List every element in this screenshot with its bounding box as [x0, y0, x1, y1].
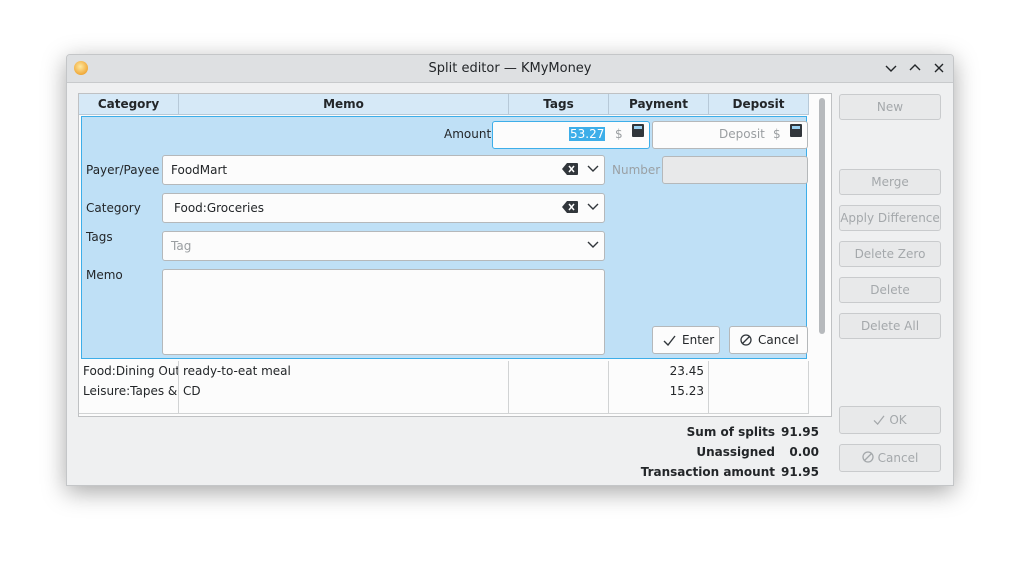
category-label: Category: [86, 201, 141, 215]
cancel-icon: [740, 334, 752, 346]
cell-memo: CD: [179, 381, 509, 401]
transaction-amount-value: 91.95: [781, 465, 819, 479]
delete-zero-button[interactable]: Delete Zero: [839, 241, 941, 267]
sum-of-splits-label: Sum of splits: [686, 425, 775, 439]
ok-label: OK: [889, 413, 907, 427]
number-field[interactable]: [662, 156, 808, 184]
calculator-icon[interactable]: [632, 124, 644, 137]
chevron-down-icon[interactable]: [587, 203, 599, 211]
column-header-memo[interactable]: Memo: [179, 94, 509, 114]
payee-combobox[interactable]: FoodMart: [162, 155, 605, 185]
cell-category: Food:Dining Out: [79, 361, 179, 381]
cell-tags: [509, 381, 609, 401]
enter-label: Enter: [682, 333, 715, 347]
table-row[interactable]: Food:Dining Out ready-to-eat meal 23.45: [79, 361, 809, 382]
delete-all-button[interactable]: Delete All: [839, 313, 941, 339]
enter-button[interactable]: Enter: [652, 326, 720, 354]
unassigned-value: 0.00: [789, 445, 819, 459]
merge-button[interactable]: Merge: [839, 169, 941, 195]
clear-text-icon[interactable]: [562, 201, 578, 213]
window-title: Split editor — KMyMoney: [428, 61, 592, 76]
cell-tags: [509, 361, 609, 381]
cell-empty: [609, 401, 709, 413]
cell-payment: 15.23: [609, 381, 709, 401]
check-icon: [663, 335, 676, 346]
cancel-edit-button[interactable]: Cancel: [729, 326, 808, 354]
payee-value: FoodMart: [171, 163, 228, 177]
cell-payment: 23.45: [609, 361, 709, 381]
deposit-placeholder: Deposit: [719, 127, 765, 141]
split-edit-form: Amount 53.27 $ Deposit $ Payer/Payee Foo…: [81, 116, 808, 359]
payment-amount-field[interactable]: 53.27 $: [492, 121, 650, 149]
cell-category: Leisure:Tapes & CDs: [79, 381, 179, 401]
amount-value: 53.27: [569, 127, 606, 141]
memo-textarea[interactable]: [162, 269, 605, 355]
tags-combobox[interactable]: Tag: [162, 231, 605, 261]
cell-empty: [79, 401, 179, 413]
number-label: Number: [612, 163, 661, 177]
chevron-down-icon[interactable]: [587, 241, 599, 249]
deposit-amount-field[interactable]: Deposit $: [652, 121, 808, 149]
cell-memo: ready-to-eat meal: [179, 361, 509, 381]
cell-empty: [709, 401, 809, 413]
cell-deposit: [709, 381, 809, 401]
deposit-calculator-icon[interactable]: [790, 124, 802, 137]
category-combobox[interactable]: Food:Groceries: [162, 193, 605, 223]
check-icon: [873, 415, 885, 426]
transaction-amount-label: Transaction amount: [640, 465, 775, 479]
category-value: Food:Groceries: [174, 201, 265, 215]
cancel-button[interactable]: Cancel: [839, 444, 941, 472]
ok-button[interactable]: OK: [839, 406, 941, 434]
column-header-payment[interactable]: Payment: [609, 94, 709, 114]
payee-label: Payer/Payee: [86, 163, 160, 177]
memo-label: Memo: [86, 268, 123, 282]
cell-deposit: [709, 361, 809, 381]
delete-button[interactable]: Delete: [839, 277, 941, 303]
unassigned-label: Unassigned: [696, 445, 775, 459]
clear-text-icon[interactable]: [562, 163, 578, 175]
cancel-icon: [862, 451, 874, 463]
vertical-scrollbar[interactable]: [818, 96, 827, 412]
amount-label: Amount: [444, 127, 492, 141]
split-editor-window: Split editor — KMyMoney Category Memo Ta…: [66, 54, 954, 486]
new-button[interactable]: New: [839, 94, 941, 120]
column-header-category[interactable]: Category: [79, 94, 179, 114]
tags-placeholder: Tag: [171, 239, 192, 253]
tags-label: Tags: [86, 230, 113, 244]
scrollbar-thumb[interactable]: [819, 98, 825, 334]
cell-empty: [509, 401, 609, 413]
splits-table: Category Memo Tags Payment Deposit Amoun…: [78, 93, 832, 417]
deposit-currency-symbol: $: [773, 127, 781, 141]
table-row-empty[interactable]: [79, 401, 809, 414]
minimize-icon[interactable]: [882, 59, 900, 77]
table-header: Category Memo Tags Payment Deposit: [79, 94, 809, 115]
table-row[interactable]: Leisure:Tapes & CDs CD 15.23: [79, 381, 809, 402]
cancel-label: Cancel: [758, 333, 799, 347]
currency-symbol: $: [615, 127, 623, 141]
close-icon[interactable]: [930, 59, 948, 77]
sum-of-splits-value: 91.95: [781, 425, 819, 439]
cell-empty: [179, 401, 509, 413]
apply-difference-button[interactable]: Apply Difference: [839, 205, 941, 231]
chevron-down-icon[interactable]: [587, 165, 599, 173]
column-header-tags[interactable]: Tags: [509, 94, 609, 114]
column-header-deposit[interactable]: Deposit: [709, 94, 809, 114]
cancel-label: Cancel: [877, 451, 919, 465]
maximize-icon[interactable]: [906, 59, 924, 77]
title-bar[interactable]: Split editor — KMyMoney: [67, 55, 953, 83]
